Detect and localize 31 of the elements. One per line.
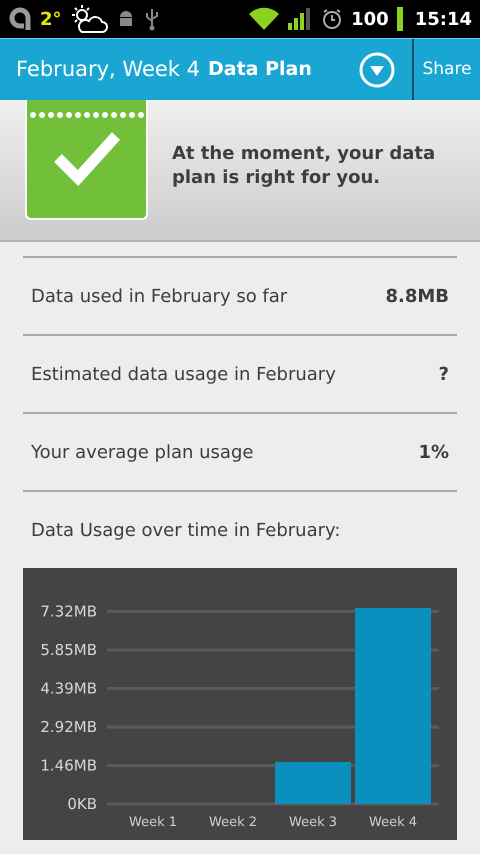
chart-title: Data Usage over time in February: [31, 518, 340, 542]
battery-icon [396, 7, 403, 31]
y-tick-label: 2.92MB [40, 718, 97, 736]
stat-value: 1% [418, 440, 449, 464]
y-tick-label: 4.39MB [40, 680, 97, 698]
usb-icon [144, 7, 160, 31]
dropdown-icon [359, 52, 395, 88]
stat-value: 8.8MB [385, 284, 449, 308]
header-subtitle: Data Plan [208, 57, 312, 82]
alarm-icon [321, 8, 344, 30]
y-tick-label: 0KB [67, 795, 97, 813]
stat-label: Data used in February so far [31, 284, 288, 308]
x-tick-label: Week 1 [128, 815, 178, 830]
stat-value: ? [438, 362, 449, 386]
y-tick-label: 1.46MB [40, 756, 97, 775]
y-tick-label: 5.85MB [40, 641, 97, 660]
x-tick-label: Week 3 [288, 815, 338, 830]
plan-message: At the moment, your data plan is right for you. [172, 142, 436, 190]
clock: 15:14 [414, 8, 472, 32]
x-tick-label: Week 2 [208, 815, 258, 830]
temperature: 2° [40, 8, 62, 32]
stat-label: Your average plan usage [31, 440, 254, 464]
checkmark-icon [52, 130, 122, 186]
stat-label: Estimated data usage in February [31, 362, 336, 386]
x-tick-label: Week 4 [368, 815, 418, 830]
wifi-icon [249, 7, 280, 31]
battery-level: 100 [351, 8, 389, 32]
y-tick-label: 7.32MB [40, 602, 97, 620]
header-title: February, Week 4 [16, 56, 200, 83]
app-logo-icon [8, 6, 32, 32]
weather-icon [70, 4, 108, 34]
